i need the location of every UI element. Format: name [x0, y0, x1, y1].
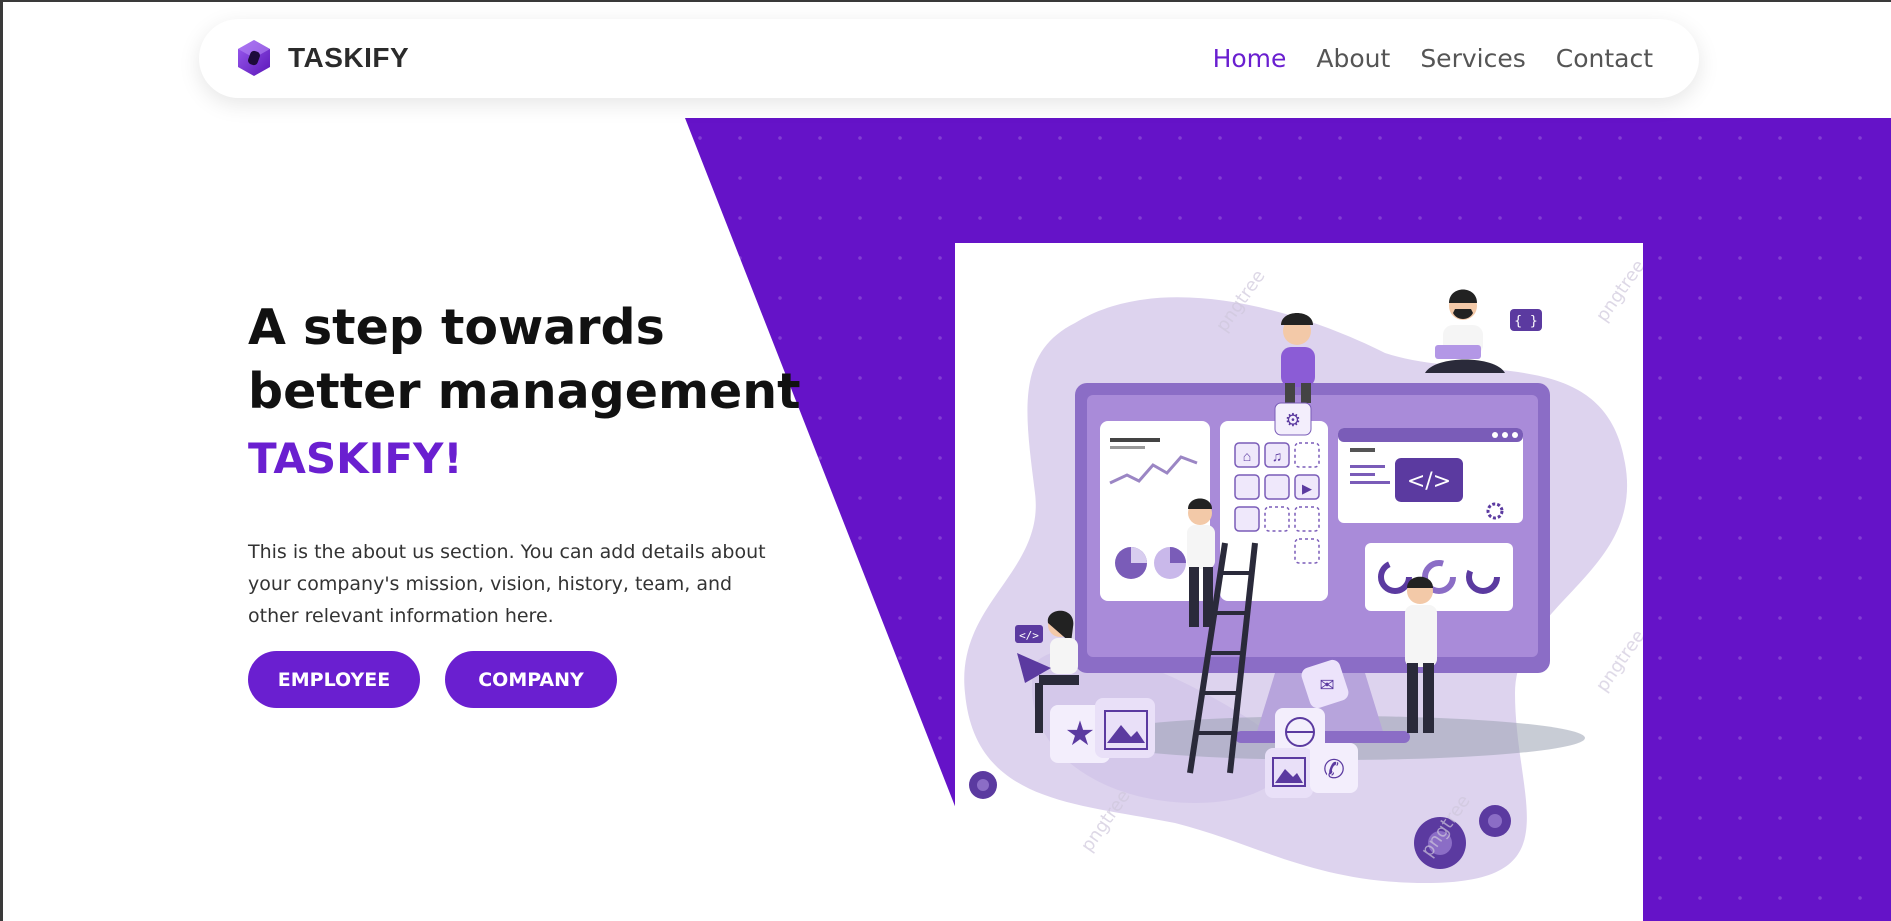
- headline-line-1: A step towards: [248, 299, 665, 356]
- navbar: TASKIFY Home About Services Contact: [199, 19, 1699, 98]
- about-description: This is the about us section. You can ad…: [248, 541, 766, 627]
- window-frame-top: [0, 0, 1891, 2]
- company-button[interactable]: COMPANY: [445, 651, 617, 708]
- watermark-2: pngtree: [1592, 256, 1643, 326]
- employee-button[interactable]: EMPLOYEE: [248, 651, 420, 708]
- hero-illustration: ⌂ ♫ ▶ </> ⚙ {} </> ★ ✆ ✉ pngtree pngtre…: [955, 243, 1643, 921]
- window-frame-left: [0, 0, 3, 921]
- nav-home-link[interactable]: Home: [1213, 41, 1287, 77]
- hexagon-logo-icon: [238, 40, 270, 76]
- small-code-tag: </>: [1019, 629, 1039, 642]
- phone-icon: ✆: [1323, 754, 1345, 784]
- cog-icon: ⚙: [1285, 410, 1301, 430]
- hero-brand-accent: TASKIFY!: [248, 434, 463, 483]
- nav-services-link[interactable]: Services: [1420, 41, 1525, 77]
- code-tag-text: </>: [1407, 469, 1451, 494]
- donut-panel: [1365, 543, 1513, 611]
- music-icon: ♫: [1272, 448, 1283, 464]
- star-icon: ★: [1065, 715, 1095, 753]
- gear-bottom-left: [969, 771, 997, 799]
- nav-about-link[interactable]: About: [1316, 41, 1390, 77]
- envelope-icon: ✉: [1319, 675, 1334, 695]
- play-icon: ▶: [1302, 481, 1312, 496]
- person-top-right: [1425, 289, 1505, 373]
- team-management-illustration: ⌂ ♫ ▶ </> ⚙ {} </> ★ ✆ ✉ pngtree pngtre…: [964, 256, 1643, 884]
- nav-contact-link[interactable]: Contact: [1556, 41, 1653, 77]
- braces-tag-text: { }: [1514, 314, 1537, 329]
- brand[interactable]: TASKIFY: [237, 39, 409, 77]
- nav-links: Home About Services Contact: [1213, 41, 1653, 77]
- watermark-5: pngtree: [1592, 626, 1643, 696]
- hero-headline: A step towards better management: [248, 296, 808, 424]
- headline-line-2: better management: [248, 363, 801, 420]
- brand-name: TASKIFY: [288, 42, 410, 73]
- home-icon: ⌂: [1243, 448, 1251, 464]
